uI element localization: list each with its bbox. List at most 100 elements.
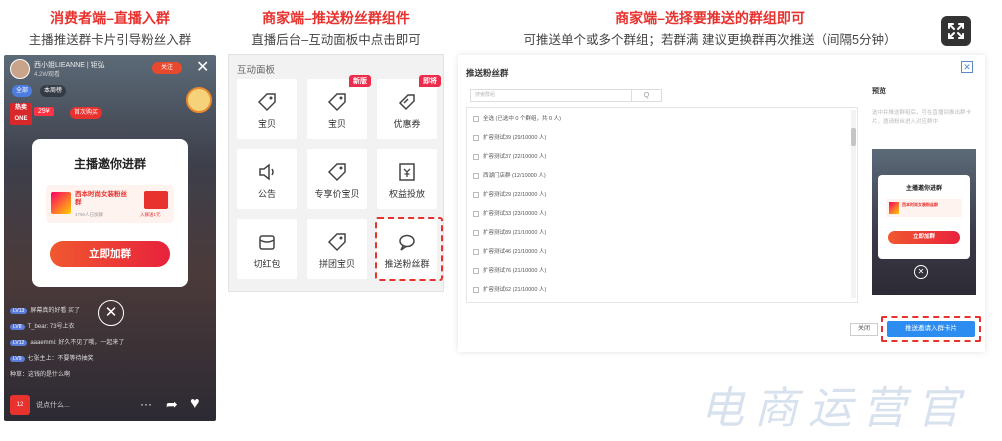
list-item[interactable]: 扩容测试29 (22/10000 人) [467, 186, 851, 205]
group-avatar [51, 192, 71, 214]
select-all-row[interactable]: 全选 (已选中 0 个群组，共 0 人) [467, 110, 851, 129]
checkbox[interactable] [473, 267, 479, 274]
group-member-count: 4790人已加群 [75, 212, 104, 217]
scrollbar[interactable] [851, 110, 856, 298]
checkbox[interactable] [473, 153, 479, 160]
checkbox[interactable] [473, 172, 479, 179]
checkbox[interactable] [473, 248, 479, 255]
tile-announcement[interactable]: 公告 [237, 149, 297, 209]
chat-message: LV12 aaaemmi: 好久不见了哦，一起来了 [10, 337, 124, 346]
preview-screen: 主播邀你进群 西本时尚女装粉丝群 立即加群 ✕ [872, 149, 976, 295]
tag-icon [327, 163, 346, 182]
tile-benefit[interactable]: 权益投放 [377, 149, 437, 209]
price-tag: 首次购买 [70, 107, 103, 119]
tile-red-packet[interactable]: 切红包 [237, 219, 297, 279]
list-item[interactable]: 扩容测试89 (21/10000 人) [467, 224, 851, 243]
list-item[interactable]: 扩容测试33 (23/10000 人) [467, 205, 851, 224]
panel-title: 互动面板 [237, 65, 276, 76]
checkbox[interactable] [473, 134, 479, 141]
search-input[interactable]: 搜索群组 [470, 89, 632, 102]
checkbox[interactable] [473, 191, 479, 198]
rank-chip-week[interactable]: 本周榜 [40, 85, 67, 97]
preview-join-button: 立即加群 [888, 231, 960, 244]
consumer-section-subtitle: 主播推送群卡片引导粉丝入群 [28, 33, 192, 47]
checkbox[interactable] [473, 210, 479, 217]
expand-icon[interactable] [941, 16, 971, 46]
group-list: 全选 (已选中 0 个群组，共 0 人) 扩容测试39 (29/10000 人)… [466, 107, 858, 303]
preview-group-name: 西本时尚女装粉丝群 [902, 202, 938, 207]
interactive-panel: 互动面板 宝贝 宝贝 新版 优惠券 即将 公告 专享价宝贝 权益投放 切红包 拼… [228, 54, 444, 292]
share-icon[interactable]: ➦ [166, 396, 178, 413]
preview-card-title: 主播邀你进群 [905, 186, 942, 192]
close-card-icon[interactable]: ✕ [98, 300, 124, 326]
close-icon[interactable]: ✕ [961, 61, 973, 73]
tile-exclusive-price[interactable]: 专享价宝贝 [307, 149, 367, 209]
list-item[interactable]: 扩容测试37 (22/10000 人) [467, 148, 851, 167]
chat-message: LV13 屏幕真的好看 买了 [10, 305, 80, 314]
tile-group-buy[interactable]: 拼团宝贝 [307, 219, 367, 279]
preview-invite-card: 主播邀你进群 西本时尚女装粉丝群 立即加群 [878, 175, 970, 259]
rank-chip-all[interactable]: 全部 [12, 85, 33, 97]
list-item[interactable]: 扩容测试62 (21/10000 人) [467, 281, 851, 300]
watermark: 电商运营官 [700, 383, 970, 434]
close-button[interactable]: 关闭 [850, 323, 878, 336]
live-bottom-bar: 12 说点什么... ··· ➦ ♥ [10, 395, 210, 417]
tag-icon [257, 93, 276, 112]
tile-coupon[interactable]: 优惠券 即将 [377, 75, 441, 139]
invite-card-title: 主播邀你进群 [73, 157, 146, 171]
join-group-button[interactable]: 立即加群 [50, 241, 170, 267]
coupon-icon [398, 94, 415, 111]
list-item[interactable]: 扩容测试76 (21/10000 人) [467, 262, 851, 281]
streamer-header: 西小姐LIEANNE | 钜弘 4.2W观看 关注 ✕ [10, 59, 210, 81]
chat-message: LV9 七张主上：不要等待抽奖 [10, 353, 94, 362]
shopping-bag-icon[interactable]: 12 [10, 395, 30, 415]
tag-icon [327, 93, 346, 112]
list-item[interactable]: 西湖门店群 (12/10000 人) [467, 167, 851, 186]
checkbox[interactable] [473, 229, 479, 236]
tile-label: 宝贝 [327, 119, 346, 129]
group-invite-card: 主播邀你进群 西本时尚女装粉丝群 4790人已加群 入群送1元 立即加群 [32, 139, 188, 287]
checkbox[interactable] [473, 115, 479, 122]
more-icon[interactable]: ··· [140, 397, 152, 411]
tile-label: 权益投放 [388, 189, 425, 199]
search-icon[interactable]: Q [632, 89, 662, 102]
gift-icon[interactable] [186, 87, 212, 113]
tile-product[interactable]: 宝贝 [237, 79, 297, 139]
streamer-avatar[interactable] [10, 59, 30, 79]
hot-product-badge[interactable]: 热卖 ONE [10, 103, 32, 125]
tile-label: 推送粉丝群 [384, 259, 430, 269]
merchant-component-subtitle: 直播后台–互动面板中点击即可 [251, 33, 421, 47]
list-item[interactable]: 扩容测试39 (29/10000 人) [467, 129, 851, 148]
chat-bubble-icon [399, 234, 415, 251]
preview-description: 选中并推送群组后，可在直播间推出群卡片，邀请粉丝进入对应群中 [872, 110, 972, 125]
tile-label: 宝贝 [257, 119, 276, 129]
chat-message: 种草：这钱的是什么啊 [10, 372, 71, 378]
new-badge: 新版 [349, 75, 371, 87]
merchant-select-subtitle: 可推送单个或多个群组；若群满 建议更换群再次推送（间隔5分钟） [523, 33, 897, 47]
like-icon[interactable]: ♥ [190, 395, 200, 413]
tile-product-new[interactable]: 宝贝 新版 [307, 75, 371, 139]
group-info[interactable]: 西本时尚女装粉丝群 4790人已加群 入群送1元 [46, 185, 174, 223]
speaker-icon [259, 163, 274, 181]
viewer-count: 4.2W观看 [34, 72, 61, 78]
push-fan-group-dialog: 推送粉丝群 ✕ 搜索群组 Q 全选 (已选中 0 个群组，共 0 人) 扩容测试… [458, 55, 985, 352]
tile-label: 公告 [257, 189, 276, 199]
follow-button[interactable]: 关注 [152, 62, 182, 74]
checkbox[interactable] [473, 286, 479, 293]
consumer-section-title: 消费者端–直播入群 [50, 10, 170, 26]
group-name: 西本时尚女装粉丝群 [75, 191, 127, 206]
comment-input[interactable]: 说点什么... [36, 400, 70, 410]
close-icon[interactable]: ✕ [196, 57, 209, 77]
product-price: 29¥ [34, 107, 54, 116]
gift-box-icon [144, 191, 168, 209]
tile-label: 切红包 [253, 259, 281, 269]
tile-label: 拼团宝贝 [318, 259, 355, 269]
tile-push-fan-group[interactable]: 推送粉丝群 [377, 219, 437, 279]
merchant-select-title: 商家端–选择要推送的群组即可 [615, 10, 805, 26]
tile-label: 专享价宝贝 [314, 189, 360, 199]
group-avatar [889, 202, 899, 214]
coming-badge: 即将 [419, 75, 441, 87]
scrollbar-thumb[interactable] [851, 128, 856, 146]
list-item[interactable]: 扩容测试46 (21/10000 人) [467, 243, 851, 262]
push-invite-card-button[interactable]: 推送邀请入群卡片 [887, 321, 975, 337]
